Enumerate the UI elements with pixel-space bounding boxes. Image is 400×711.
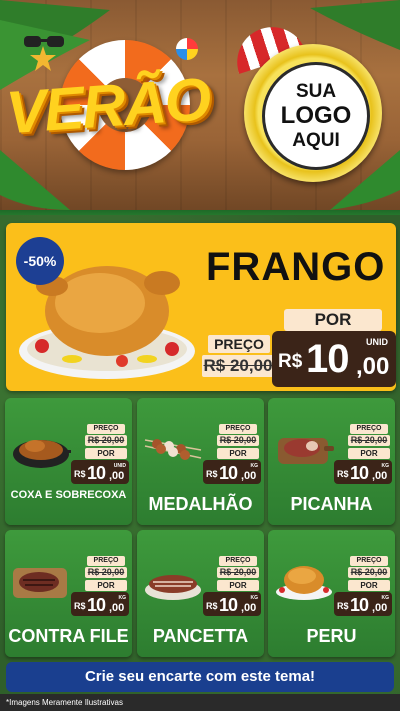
beach-ball-icon xyxy=(176,38,198,60)
price-currency: R$ xyxy=(337,601,349,611)
price-unit: KG xyxy=(381,463,390,469)
price-unit: UNID xyxy=(113,463,126,469)
starfish-icon xyxy=(30,46,56,71)
palm-leaf-icon xyxy=(0,150,70,210)
price-integer: 10 xyxy=(219,463,238,483)
header-banner: VERÃO SUA LOGO AQUI xyxy=(0,0,400,215)
preco-label: PREÇO xyxy=(208,335,270,353)
contra-file-image xyxy=(13,568,67,598)
create-flyer-button[interactable]: Crie seu encarte com este tema! xyxy=(6,662,394,692)
price-integer: 10 xyxy=(87,595,106,615)
price-tag: R$ 10 ,00 KG xyxy=(203,592,261,616)
price-currency: R$ xyxy=(74,469,86,479)
por-label: POR xyxy=(85,580,127,591)
skewers-image xyxy=(144,439,202,460)
price-currency: R$ xyxy=(74,601,86,611)
price-currency: R$ xyxy=(278,351,303,372)
por-label: POR xyxy=(284,309,382,331)
por-label: POR xyxy=(217,448,259,459)
old-price: R$ 20,00 xyxy=(85,435,127,446)
price-decimal: ,00 xyxy=(109,602,125,614)
logo-text-line: AQUI xyxy=(292,130,340,151)
price-integer: 10 xyxy=(219,595,238,615)
price-unit: KG xyxy=(118,595,127,601)
product-card[interactable]: PREÇO R$ 20,00 POR R$ 10 ,00 KG PICANHA xyxy=(268,398,395,525)
price-unit: KG xyxy=(250,595,259,601)
price-integer: 10 xyxy=(87,463,106,483)
product-card[interactable]: PREÇO R$ 20,00 POR R$ 10 ,00 KG CONTRA F… xyxy=(5,530,132,657)
preco-label: PREÇO xyxy=(219,424,257,434)
price-tag: R$ 10 ,00 KG xyxy=(71,592,129,616)
roast-turkey-image xyxy=(276,566,332,600)
price-decimal: ,00 xyxy=(372,470,388,482)
pancetta-image xyxy=(145,575,201,600)
price-decimal: ,00 xyxy=(241,602,257,614)
price-integer: 10 xyxy=(350,463,369,483)
featured-product[interactable]: -50% FRANGO POR PREÇO R$ 20,00 R$ 10 ,00… xyxy=(6,223,396,391)
price-tag: R$ 10 ,00 KG xyxy=(334,460,392,484)
price-currency: R$ xyxy=(337,469,349,479)
chicken-thigh-pan-image xyxy=(13,440,71,468)
por-label: POR xyxy=(348,580,390,591)
old-price: R$ 20,00 xyxy=(202,355,274,377)
product-name: PANCETTA xyxy=(152,626,249,646)
price-tag: R$ 10 ,00 UNID xyxy=(272,331,396,387)
logo-text-line: LOGO xyxy=(280,102,352,129)
price-tag: R$ 10 ,00 UNID xyxy=(71,460,129,484)
price-tag: R$ 10 ,00 KG xyxy=(334,592,392,616)
product-name: PERU xyxy=(306,626,357,646)
price-tag: R$ 10 ,00 KG xyxy=(203,460,261,484)
product-card[interactable]: PREÇO R$ 20,00 POR R$ 10 ,00 KG MEDALHÃO xyxy=(137,398,264,525)
por-label: POR xyxy=(85,448,127,459)
picanha-image xyxy=(278,438,334,464)
price-decimal: ,00 xyxy=(372,602,388,614)
old-price: R$ 20,00 xyxy=(348,567,390,578)
product-card[interactable]: PREÇO R$ 20,00 POR R$ 10 ,00 UNID COXA E… xyxy=(5,398,132,525)
por-label: POR xyxy=(217,580,259,591)
price-unit: KG xyxy=(250,463,259,469)
preco-label: PREÇO xyxy=(219,556,257,566)
product-card[interactable]: PREÇO R$ 20,00 POR R$ 10 ,00 KG PANCETTA xyxy=(137,530,264,657)
logo-frame: SUA LOGO AQUI xyxy=(244,44,382,182)
disclaimer: *Imagens Meramente Ilustrativas xyxy=(0,694,400,711)
price-decimal: ,00 xyxy=(356,353,390,380)
price-decimal: ,00 xyxy=(241,470,257,482)
product-name: MEDALHÃO xyxy=(148,494,253,514)
price-decimal: ,00 xyxy=(109,470,125,482)
price-currency: R$ xyxy=(206,469,218,479)
product-name: FRANGO xyxy=(206,245,386,289)
logo-text-line: SUA xyxy=(295,81,337,102)
price-currency: R$ xyxy=(206,601,218,611)
old-price: R$ 20,00 xyxy=(217,435,259,446)
logo-placeholder[interactable]: SUA LOGO AQUI xyxy=(262,62,370,170)
preco-label: PREÇO xyxy=(350,556,388,566)
old-price: R$ 20,00 xyxy=(85,567,127,578)
old-price: R$ 20,00 xyxy=(348,435,390,446)
price-unit: UNID xyxy=(366,337,388,347)
product-name: PICANHA xyxy=(290,494,373,514)
preco-label: PREÇO xyxy=(87,424,125,434)
price-integer: 10 xyxy=(306,337,349,381)
product-name: CONTRA FILE xyxy=(8,626,129,646)
product-name: COXA E SOBRECOXA xyxy=(10,489,127,501)
preco-label: PREÇO xyxy=(87,556,125,566)
old-price: R$ 20,00 xyxy=(217,567,259,578)
product-card[interactable]: PREÇO R$ 20,00 POR R$ 10 ,00 KG PERU xyxy=(268,530,395,657)
por-label: POR xyxy=(348,448,390,459)
price-unit: KG xyxy=(381,595,390,601)
preco-label: PREÇO xyxy=(350,424,388,434)
discount-badge: -50% xyxy=(16,237,64,285)
price-integer: 10 xyxy=(350,595,369,615)
